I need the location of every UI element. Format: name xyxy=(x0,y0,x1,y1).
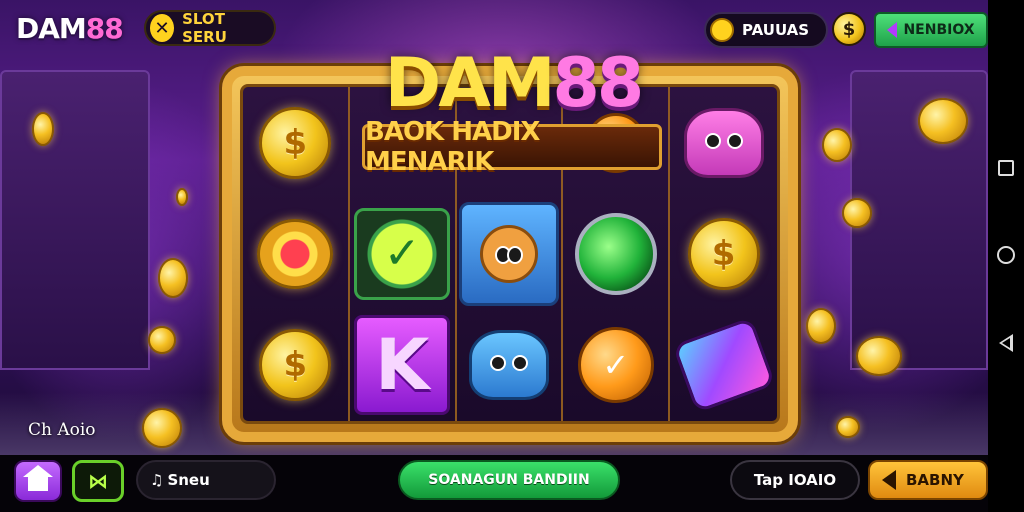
reel-cell: $ xyxy=(670,198,777,309)
floating-coin-icon xyxy=(918,98,968,144)
reel-cell: ✓ xyxy=(563,309,671,421)
coin-symbol-text: $ xyxy=(283,122,308,163)
reel-cell xyxy=(457,309,564,421)
back-button[interactable]: BABNY xyxy=(868,460,988,500)
brand-logo-accent: 88 xyxy=(85,12,124,45)
brand-logo: DAM88 xyxy=(16,12,124,45)
home-button[interactable] xyxy=(14,460,62,502)
sound-icon: ♫ xyxy=(150,471,164,489)
squirrel-face xyxy=(479,224,538,283)
bowtie-button[interactable]: ⋈ xyxy=(72,460,124,502)
floating-coin-icon xyxy=(856,336,902,376)
floating-coin-icon xyxy=(32,112,54,146)
sound-label: Sneu xyxy=(167,471,210,489)
floating-coin-icon xyxy=(842,198,872,228)
floating-coin-icon xyxy=(806,308,836,344)
orange-check-coin-icon: ✓ xyxy=(577,327,654,404)
green-gem-icon xyxy=(574,212,657,295)
dollar-coin-icon: $ xyxy=(259,329,332,402)
system-nav-bar xyxy=(988,0,1024,512)
reel-cell xyxy=(243,198,350,310)
member-label: NENBIOX xyxy=(903,22,975,38)
orange-symbol-text: ✓ xyxy=(602,346,630,385)
close-icon: ✕ xyxy=(150,14,175,42)
slot-seru-button[interactable]: ✕ SLOT SERU xyxy=(144,10,276,46)
spin-button[interactable]: SOANAGUN BANDIIN xyxy=(398,460,620,500)
slot-seru-label: SLOT SERU xyxy=(182,10,227,46)
recents-icon[interactable] xyxy=(998,160,1014,176)
floating-coin-icon xyxy=(158,258,188,298)
home-icon xyxy=(23,465,53,491)
coin-symbol-text: $ xyxy=(283,345,308,386)
reel-cell xyxy=(670,87,777,198)
game-title-logo: DAM 88 xyxy=(384,42,645,126)
reel-cell: ✓ xyxy=(350,198,457,310)
reel-cell xyxy=(563,198,671,310)
game-title-accent: 88 xyxy=(552,44,645,123)
chevron-left-icon xyxy=(882,470,896,490)
dollar-coin-icon: $ xyxy=(687,217,760,290)
floating-coin-icon xyxy=(822,128,852,162)
blue-cat-icon xyxy=(468,330,549,401)
reel-cell xyxy=(457,198,564,310)
squirrel-icon xyxy=(458,201,559,306)
back-system-icon[interactable] xyxy=(999,334,1013,352)
left-temple xyxy=(0,70,150,370)
star-coin-icon xyxy=(257,218,334,289)
reel-cell xyxy=(670,310,777,421)
coin-icon xyxy=(710,18,734,42)
purple-gem-icon xyxy=(671,317,776,414)
check-coin-icon: ✓ xyxy=(354,207,451,300)
k-symbol-text: K xyxy=(375,324,430,407)
arrow-left-icon xyxy=(887,22,898,38)
floating-coin-icon xyxy=(148,326,176,354)
bowtie-icon: ⋈ xyxy=(88,469,108,493)
back-label: BABNY xyxy=(906,471,964,489)
member-button[interactable]: NENBIOX xyxy=(874,12,988,48)
letter-k-icon: K xyxy=(354,315,451,416)
check-symbol-text: ✓ xyxy=(383,228,421,280)
reel-cell: $ xyxy=(243,87,350,199)
floating-coin-icon xyxy=(836,416,860,438)
floating-coin-icon xyxy=(142,408,182,448)
game-banner: BAOK HADIX MENARIK xyxy=(362,117,662,177)
home-system-icon[interactable] xyxy=(997,246,1015,264)
coin-symbol-text: $ xyxy=(711,233,736,274)
game-title-main: DAM xyxy=(384,44,556,123)
pink-cat-icon xyxy=(683,107,764,178)
pause-button[interactable]: PAUUAS xyxy=(704,12,828,48)
brand-logo-main: DAM xyxy=(16,12,87,45)
coin-shop-button[interactable]: $ xyxy=(832,12,866,46)
pause-label: PAUUAS xyxy=(742,21,810,39)
dollar-coin-icon: $ xyxy=(259,106,332,179)
balance-display: Tap IOAIO xyxy=(730,460,860,500)
coin-shop-symbol: $ xyxy=(842,18,856,40)
sound-toggle[interactable]: ♫ Sneu xyxy=(136,460,276,500)
reel-cell: K xyxy=(350,309,457,421)
reel-cell: $ xyxy=(243,309,350,421)
floating-coin-icon xyxy=(176,188,188,206)
corner-caption: Ch Aoio xyxy=(28,420,96,440)
